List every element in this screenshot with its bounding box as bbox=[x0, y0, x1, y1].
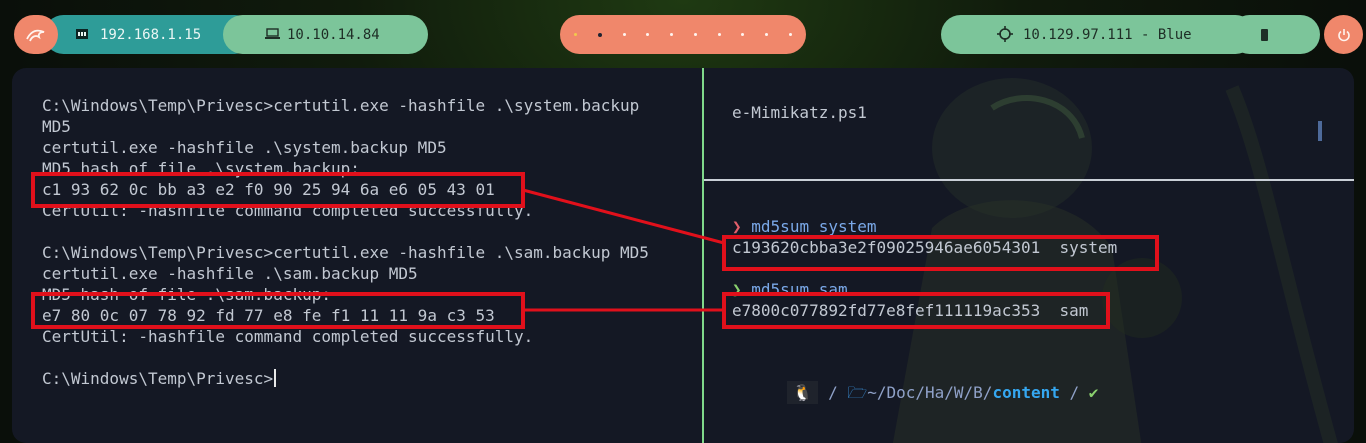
command-text: md5sum system bbox=[751, 217, 877, 236]
path-current: content bbox=[992, 383, 1060, 402]
target-widget[interactable]: 10.129.97.111 - Blue bbox=[941, 15, 1255, 54]
linux-tux-icon: 🐧 bbox=[786, 381, 819, 404]
terminal-line: certutil.exe -hashfile .\sam.backup MD5 bbox=[42, 264, 418, 283]
workspace-9[interactable] bbox=[765, 33, 769, 36]
pane-divider-horizontal[interactable] bbox=[704, 179, 1354, 181]
vpn-ip-widget[interactable]: 10.10.14.84 bbox=[223, 15, 428, 54]
pane-divider-vertical[interactable] bbox=[702, 68, 704, 443]
path-separator: / bbox=[1069, 383, 1080, 402]
highlight-box-system-md5 bbox=[722, 235, 1159, 271]
terminal-line: CertUtil: -hashfile command completed su… bbox=[42, 327, 534, 346]
path-prefix: ~/Doc/Ha/W/B/ bbox=[867, 383, 993, 402]
folder-icon: 🗁 bbox=[847, 383, 868, 402]
terminal-line: C:\Windows\Temp\Privesc>certutil.exe -ha… bbox=[42, 243, 649, 262]
highlight-box-sam-md5 bbox=[722, 292, 1110, 329]
scrollbar-thumb[interactable] bbox=[1318, 121, 1322, 141]
text-cursor bbox=[274, 369, 277, 387]
workspace-switcher[interactable] bbox=[560, 15, 806, 54]
target-text: 10.129.97.111 - Blue bbox=[1023, 26, 1192, 43]
right-top-text: e-Mimikatz.ps1 bbox=[732, 103, 867, 122]
workspace-8[interactable] bbox=[741, 33, 745, 36]
terminal-line: C:\Windows\Temp\Privesc>certutil.exe -ha… bbox=[42, 96, 640, 115]
terminal-line: MD5 bbox=[42, 117, 71, 136]
crosshair-icon bbox=[997, 26, 1013, 42]
workspace-6[interactable] bbox=[693, 33, 697, 36]
local-ip-text: 192.168.1.15 bbox=[100, 26, 202, 43]
power-button[interactable] bbox=[1324, 15, 1363, 54]
prompt-segment: 🐧 / 🗁~/Doc/Ha/W/B/content / ✔ bbox=[748, 363, 1098, 428]
workspace-10[interactable] bbox=[788, 33, 792, 36]
workspace-5[interactable] bbox=[670, 33, 674, 36]
cmd-pane[interactable]: C:\Windows\Temp\Privesc> certutil.exe -ha… bbox=[12, 68, 702, 443]
check-icon: ✔ bbox=[1088, 383, 1099, 402]
workspace-1[interactable] bbox=[574, 33, 577, 36]
kali-menu-button[interactable] bbox=[14, 15, 58, 54]
terminal-prompt-line[interactable]: C:\Windows\Temp\Privesc> bbox=[42, 369, 277, 388]
workspace-7[interactable] bbox=[717, 33, 721, 36]
workspace-3[interactable] bbox=[622, 33, 626, 36]
ethernet-icon bbox=[76, 29, 88, 39]
workspace-4[interactable] bbox=[646, 33, 650, 36]
vpn-ip-text: 10.10.14.84 bbox=[287, 26, 380, 43]
highlight-box-sam-hash bbox=[31, 292, 525, 329]
terminal-line: certutil.exe -hashfile .\system.backup M… bbox=[42, 138, 447, 157]
power-icon bbox=[1337, 28, 1350, 41]
prompt-arrow-icon: ❯ bbox=[732, 217, 742, 236]
workspace-2[interactable] bbox=[597, 32, 602, 37]
terminal-window[interactable]: C:\Windows\Temp\Privesc> certutil.exe -ha… bbox=[12, 68, 1354, 443]
kali-dragon-icon bbox=[26, 29, 45, 41]
laptop-icon bbox=[265, 28, 280, 39]
battery-icon bbox=[1261, 28, 1268, 41]
highlight-box-system-hash bbox=[31, 172, 525, 208]
prompt-text: C:\Windows\Temp\Privesc> bbox=[42, 369, 274, 388]
md5sum-system-command: ❯ md5sum system bbox=[732, 217, 877, 236]
